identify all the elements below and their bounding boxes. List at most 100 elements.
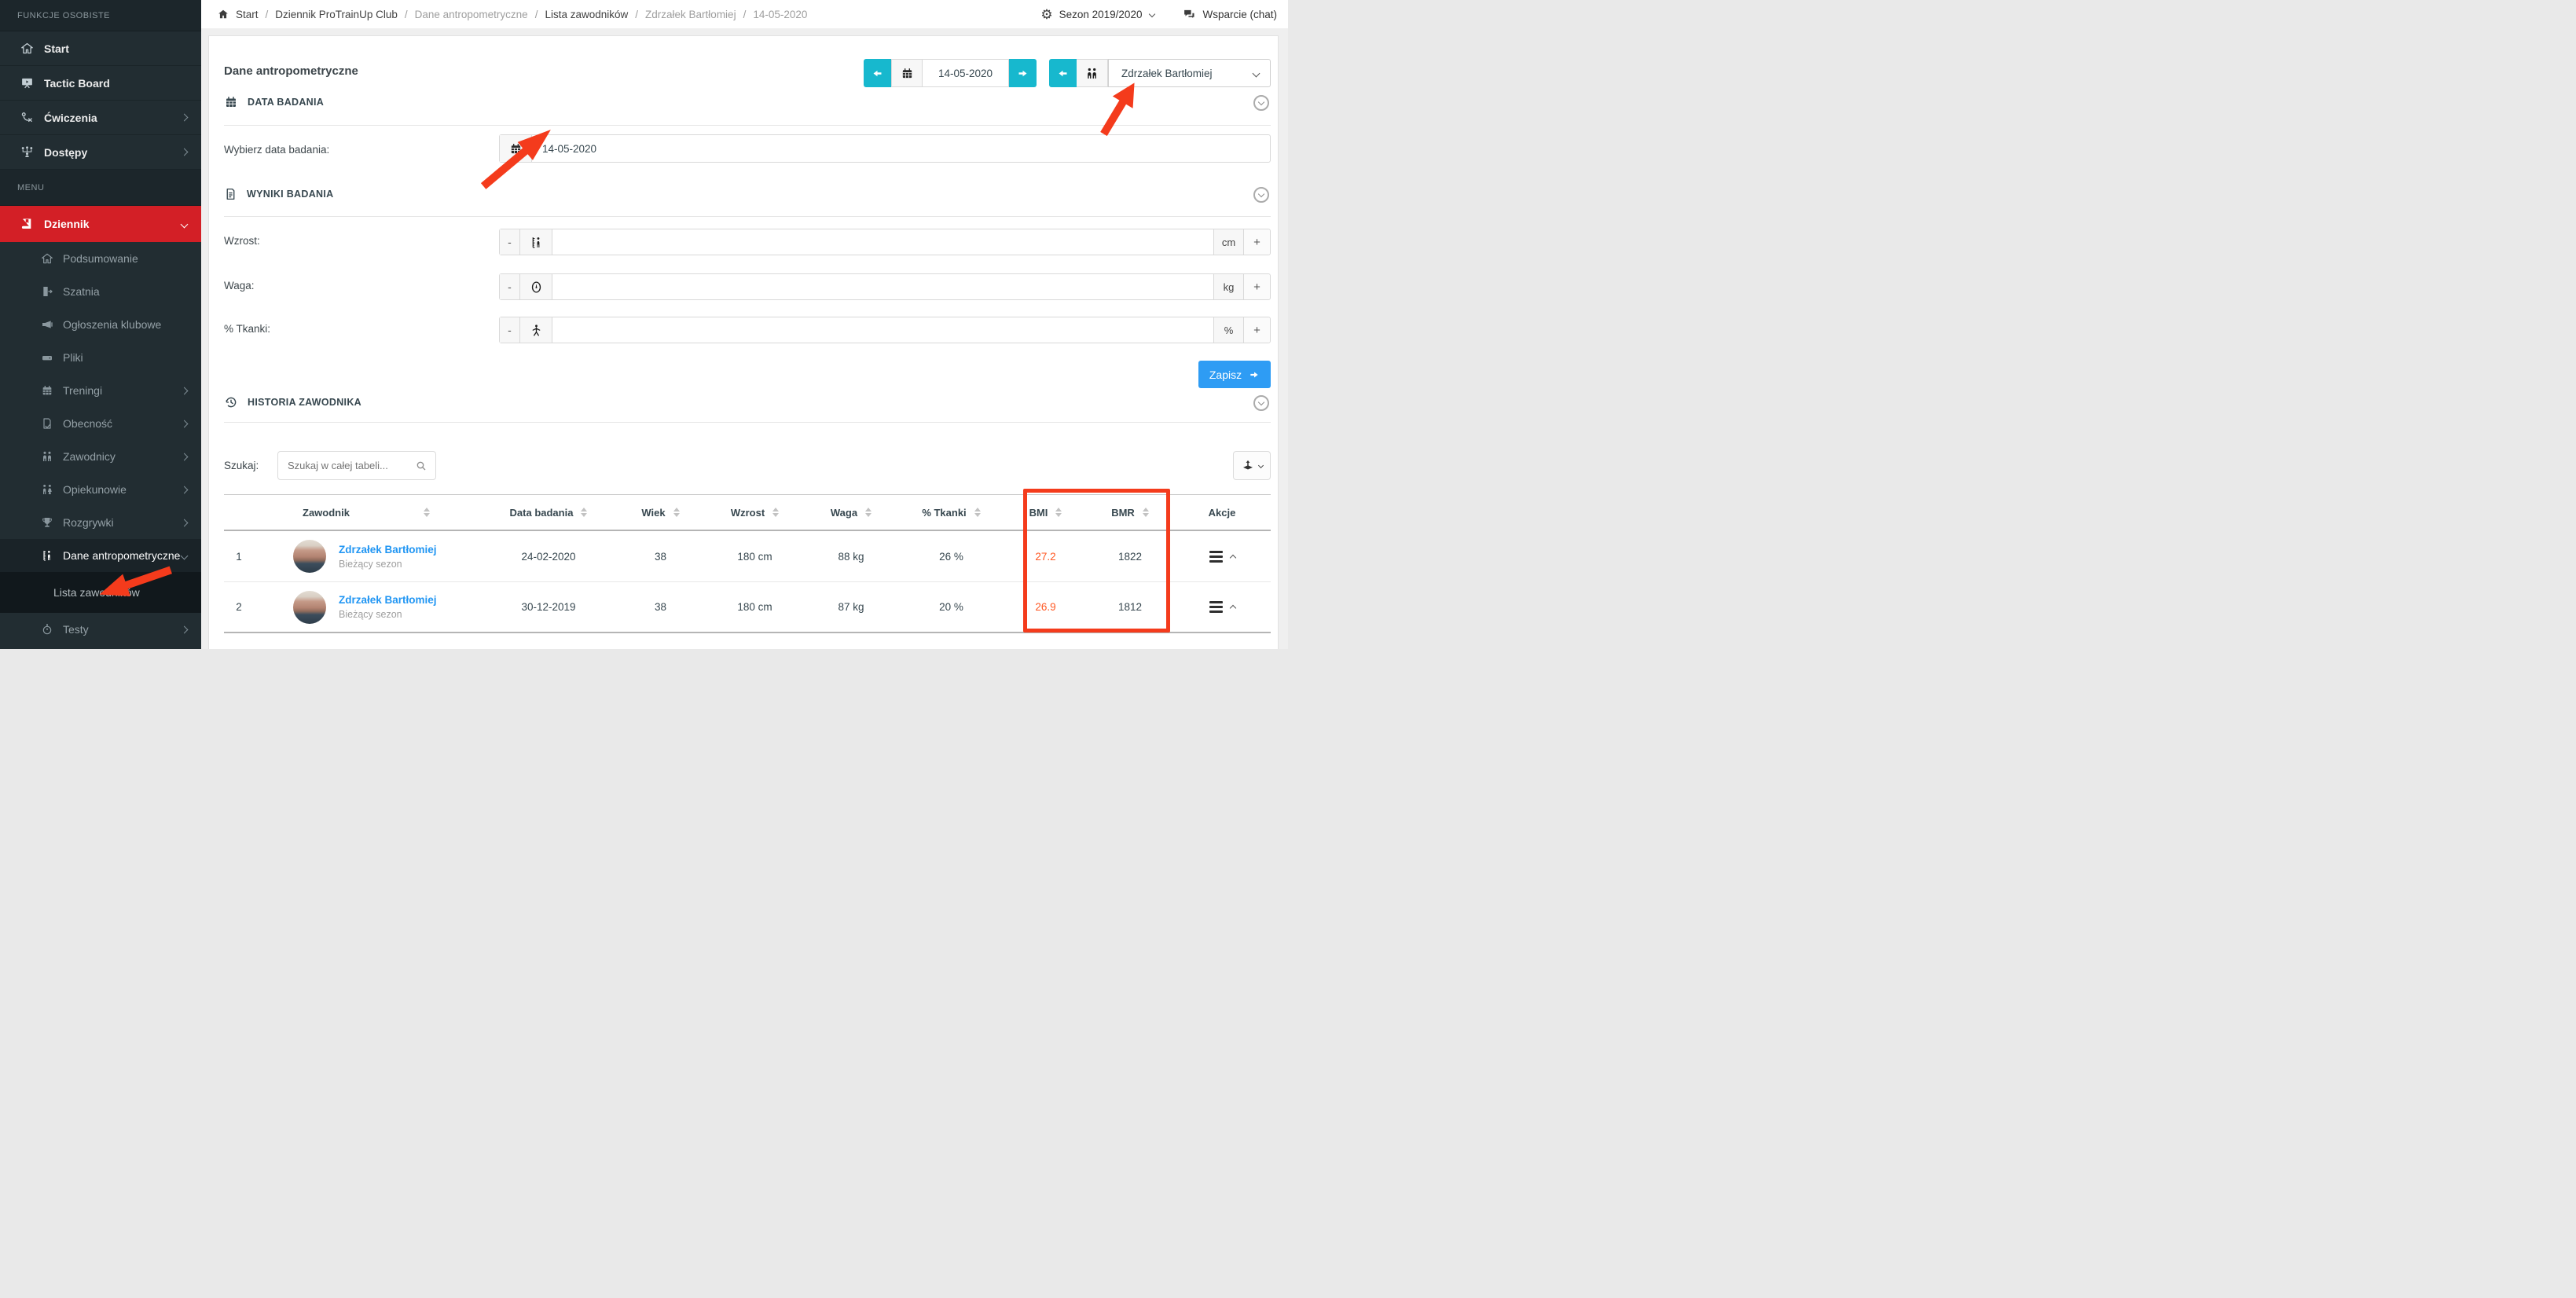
breadcrumb-separator: /	[266, 9, 269, 20]
calendar-icon[interactable]	[500, 135, 532, 162]
decrement-button[interactable]: -	[500, 229, 520, 255]
date-nav-value[interactable]: 14-05-2020	[923, 59, 1009, 87]
chevron-down-icon	[181, 552, 189, 559]
header-bmr[interactable]: BMR	[1087, 507, 1173, 519]
player-name-link[interactable]: Zdrzałek Bartłomiej	[339, 544, 437, 556]
sidebar-item-label: Tactic Board	[44, 77, 187, 90]
sidebar-item-dane-antropometryczne[interactable]: Dane antropometryczne	[0, 539, 201, 572]
chevron-up-icon	[1229, 605, 1235, 611]
player-prev-button[interactable]	[1049, 59, 1077, 87]
sidebar-item-tactic-board[interactable]: Tactic Board	[0, 66, 201, 101]
header-akcje: Akcje	[1173, 507, 1271, 519]
collapse-section-button[interactable]	[1253, 187, 1269, 203]
header-data-badania[interactable]: Data badania	[482, 507, 615, 519]
sidebar-item-treningi[interactable]: Treningi	[0, 374, 201, 407]
save-button[interactable]: Zapisz	[1198, 361, 1271, 388]
sidebar-item-testy[interactable]: Testy	[0, 613, 201, 646]
search-icon	[415, 460, 427, 472]
sidebar-item-cwiczenia[interactable]: Ćwiczenia	[0, 101, 201, 135]
header-zawodnik[interactable]: Zawodnik	[254, 507, 482, 519]
sidebar-item-ogloszenia[interactable]: Ogłoszenia klubowe	[0, 308, 201, 341]
field-label-waga: Waga:	[224, 280, 255, 292]
sidebar-item-zawodnicy[interactable]: Zawodnicy	[0, 440, 201, 473]
cell-age: 38	[615, 601, 706, 613]
increment-button[interactable]: +	[1243, 317, 1270, 343]
collapse-section-button[interactable]	[1253, 95, 1269, 111]
hamburger-icon	[1209, 551, 1223, 563]
sidebar-item-opiekunowie[interactable]: Opiekunowie	[0, 473, 201, 506]
history-icon	[224, 395, 238, 409]
cell-bmi: 27.2	[1004, 551, 1087, 563]
home-icon[interactable]	[218, 9, 229, 20]
sidebar-item-dziennik[interactable]: Dziennik	[0, 206, 201, 242]
support-chat-button[interactable]: Wsparcie (chat)	[1183, 8, 1277, 21]
export-button[interactable]	[1233, 451, 1271, 480]
sidebar-item-label: Podsumowanie	[63, 252, 187, 265]
date-next-button[interactable]	[1009, 59, 1037, 87]
sort-icon[interactable]	[581, 508, 587, 517]
sort-icon[interactable]	[865, 508, 872, 517]
decrement-button[interactable]: -	[500, 274, 520, 299]
calendar-button[interactable]	[891, 59, 923, 87]
player-name-link[interactable]: Zdrzałek Bartłomiej	[339, 594, 437, 606]
increment-button[interactable]: +	[1243, 274, 1270, 299]
header-controls: 14-05-2020 Zdrzałek Bartłomiej	[864, 59, 1271, 87]
sort-icon[interactable]	[1143, 508, 1149, 517]
breadcrumb-item[interactable]: Dziennik ProTrainUp Club	[275, 9, 398, 20]
header-tkanki[interactable]: % Tkanki	[898, 507, 1004, 519]
sidebar-item-szatnia[interactable]: Szatnia	[0, 275, 201, 308]
sort-icon[interactable]	[1055, 508, 1062, 517]
chevron-right-icon	[181, 114, 189, 122]
sidebar-item-pliki[interactable]: Pliki	[0, 341, 201, 374]
sort-icon[interactable]	[673, 508, 680, 517]
breadcrumb-item[interactable]: Start	[236, 9, 259, 20]
season-selector[interactable]: ⚙ Sezon 2019/2020	[1040, 8, 1154, 21]
sidebar-section-menu: MENU	[0, 170, 201, 206]
sidebar-section-personal: FUNKCJE OSOBISTE	[0, 0, 201, 31]
header-wzrost[interactable]: Wzrost	[706, 507, 804, 519]
waga-input[interactable]	[552, 274, 1213, 299]
header-wiek[interactable]: Wiek	[615, 507, 706, 519]
row-actions-menu[interactable]	[1173, 601, 1271, 613]
sidebar-item-start[interactable]: Start	[0, 31, 201, 66]
sidebar-item-obecnosc[interactable]: Obecność	[0, 407, 201, 440]
table-header-row: Zawodnik Data badania Wiek Wzrost Waga	[224, 494, 1271, 531]
attendance-doc-icon	[39, 417, 55, 430]
sidebar-item-label: Dane antropometryczne	[63, 549, 182, 562]
section-title: WYNIKI BADANIA	[247, 189, 333, 200]
sidebar-item-dostepy[interactable]: Dostępy	[0, 135, 201, 170]
unit-label: %	[1213, 317, 1243, 343]
date-input[interactable]	[532, 135, 1270, 162]
search-input[interactable]	[288, 460, 415, 471]
header-bmi[interactable]: BMI	[1004, 507, 1087, 519]
breadcrumb-item[interactable]: Lista zawodników	[545, 9, 628, 20]
sidebar-item-lista-zawodnikow[interactable]: Lista zawodników	[0, 572, 201, 613]
sort-icon[interactable]	[424, 508, 430, 517]
tactic-board-icon	[18, 76, 35, 90]
sidebar-item-podsumowanie[interactable]: Podsumowanie	[0, 242, 201, 275]
breadcrumb-item[interactable]: Dane antropometryczne	[415, 9, 528, 20]
breadcrumb-item[interactable]: Zdrzałek Bartłomiej	[645, 9, 736, 20]
season-label: Sezon 2019/2020	[1059, 9, 1143, 20]
collapse-section-button[interactable]	[1253, 395, 1269, 411]
sidebar-item-rozgrywki[interactable]: Rozgrywki	[0, 506, 201, 539]
section-title: HISTORIA ZAWODNIKA	[248, 397, 361, 408]
sort-icon[interactable]	[974, 508, 981, 517]
document-icon	[224, 187, 237, 201]
row-actions-menu[interactable]	[1173, 551, 1271, 563]
body-fat-icon	[520, 317, 552, 343]
chevron-up-icon	[1229, 554, 1235, 560]
decrement-button[interactable]: -	[500, 317, 520, 343]
gear-icon: ⚙	[1040, 8, 1052, 21]
players-icon	[1077, 59, 1108, 87]
date-prev-button[interactable]	[864, 59, 891, 87]
cell-age: 38	[615, 551, 706, 563]
wzrost-input[interactable]	[552, 229, 1213, 255]
search-box	[277, 451, 436, 480]
player-select[interactable]: Zdrzałek Bartłomiej	[1108, 59, 1271, 87]
sort-icon[interactable]	[772, 508, 779, 517]
tkanki-input[interactable]	[552, 317, 1213, 343]
header-waga[interactable]: Waga	[804, 507, 898, 519]
increment-button[interactable]: +	[1243, 229, 1270, 255]
unit-label: kg	[1213, 274, 1243, 299]
